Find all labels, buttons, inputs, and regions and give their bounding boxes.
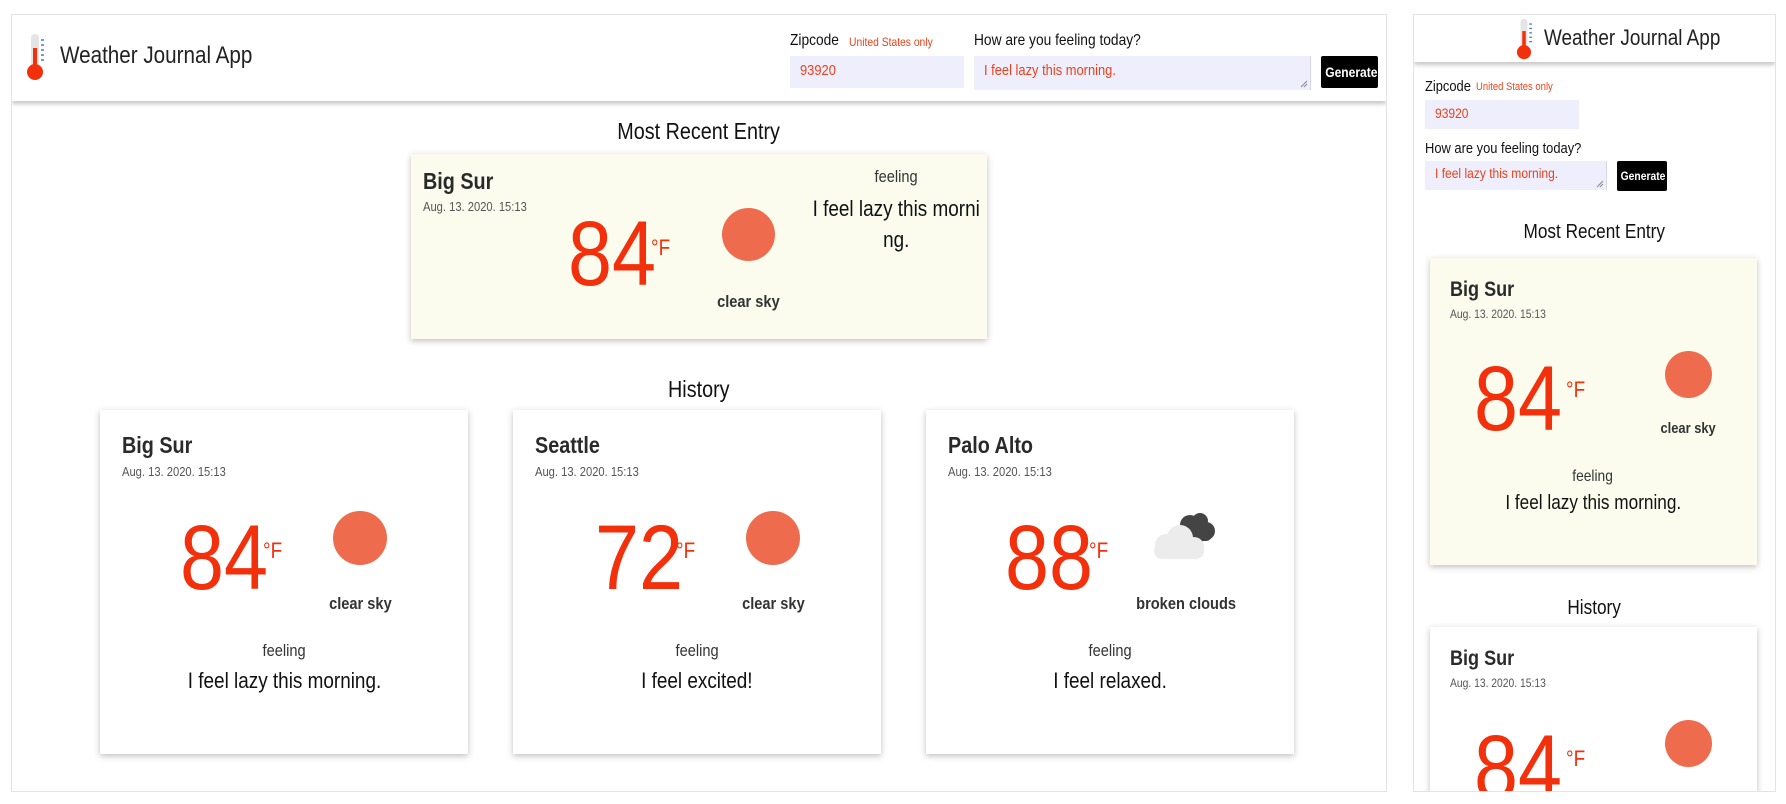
history-card: Big Sur Aug. 13. 2020. 15:13 84 °F	[1430, 627, 1757, 792]
card-unit: °F	[676, 538, 696, 563]
card-date: Aug. 13. 2020. 15:13	[122, 464, 226, 479]
recent-heading: Most Recent Entry	[1523, 221, 1666, 243]
desktop-view: Weather Journal App Zipcode United State…	[11, 14, 1387, 792]
card-city: Seattle	[535, 432, 600, 458]
card-feeling-label: feeling	[874, 167, 918, 186]
card-city: Big Sur	[1450, 278, 1515, 301]
feeling-label: How are you feeling today?	[974, 32, 1141, 49]
recent-heading: Most Recent Entry	[617, 118, 781, 144]
card-feeling: I feel excited!	[641, 668, 753, 693]
zipcode-label: Zipcode	[790, 32, 839, 49]
resize-grip-icon[interactable]	[1300, 80, 1308, 88]
card-description: clear sky	[741, 594, 805, 613]
thermometer-icon	[1516, 18, 1532, 60]
sun-icon	[1665, 351, 1712, 398]
card-feeling: I feel lazy this morning.	[187, 668, 381, 693]
zipcode-label: Zipcode	[1425, 78, 1471, 95]
broken-clouds-icon	[1154, 513, 1215, 559]
sun-icon	[722, 208, 775, 261]
card-city: Big Sur	[122, 432, 193, 458]
feeling-value: I feel lazy this morning.	[984, 62, 1116, 79]
feeling-textarea[interactable]: I feel lazy this morning.	[1425, 161, 1607, 190]
card-date: Aug. 13. 2020. 15:13	[1450, 307, 1546, 321]
card-date: Aug. 13. 2020. 15:13	[535, 464, 639, 479]
app-title: Weather Journal App	[60, 42, 253, 69]
card-unit: °F	[263, 538, 283, 563]
zipcode-value: 93920	[1435, 105, 1469, 121]
zipcode-input[interactable]: 93920	[790, 56, 964, 88]
zipcode-note: United States only	[849, 35, 933, 49]
card-date: Aug. 13. 2020. 15:13	[423, 199, 527, 214]
card-temperature: 72	[595, 507, 684, 609]
history-card: Palo Alto Aug. 13. 2020. 15:13 88 °F bro…	[926, 410, 1294, 754]
card-temperature: 84	[1474, 348, 1563, 450]
card-description: clear sky	[328, 594, 392, 613]
zipcode-note: United States only	[1476, 81, 1553, 93]
card-city: Big Sur	[1450, 647, 1515, 670]
resize-grip-icon[interactable]	[1596, 180, 1604, 188]
card-feeling: I feel lazy this morning.	[1505, 492, 1681, 514]
card-feeling-label: feeling	[675, 641, 719, 660]
card-feeling-label: feeling	[1572, 468, 1614, 485]
feeling-textarea[interactable]: I feel lazy this morning.	[974, 56, 1311, 90]
sun-icon	[746, 511, 800, 565]
sun-icon	[333, 511, 387, 565]
card-feeling-line-2: ng.	[882, 227, 910, 252]
generate-button[interactable]: Generate	[1617, 161, 1667, 191]
card-feeling-label: feeling	[262, 641, 306, 660]
card-unit: °F	[1566, 746, 1586, 771]
recent-entry-card: Big Sur Aug. 13. 2020. 15:13 84 °F clear…	[1430, 258, 1757, 565]
generate-button[interactable]: Generate	[1321, 56, 1378, 88]
thermometer-icon	[27, 34, 44, 80]
history-card: Seattle Aug. 13. 2020. 15:13 72 °F clear…	[513, 410, 881, 754]
card-date: Aug. 13. 2020. 15:13	[1450, 676, 1546, 690]
app-title: Weather Journal App	[1544, 25, 1721, 50]
app-header: Weather Journal App	[1414, 15, 1775, 62]
card-description: clear sky	[1660, 420, 1716, 437]
card-temperature: 84	[180, 507, 269, 609]
recent-entry-card: Big Sur Aug. 13. 2020. 15:13 84 °F clear…	[411, 154, 987, 339]
card-unit: °F	[651, 235, 671, 260]
card-temperature: 84	[568, 203, 657, 305]
card-unit: °F	[1566, 377, 1586, 402]
feeling-value: I feel lazy this morning.	[1435, 165, 1559, 181]
app-header: Weather Journal App Zipcode United State…	[12, 15, 1386, 101]
history-heading: History	[1567, 597, 1622, 619]
card-feeling-line-1: I feel lazy this morni	[812, 196, 980, 221]
zipcode-input[interactable]: 93920	[1425, 100, 1579, 129]
zipcode-value: 93920	[800, 62, 836, 79]
card-city: Big Sur	[423, 168, 494, 194]
history-card: Big Sur Aug. 13. 2020. 15:13 84 °F clear…	[100, 410, 468, 754]
card-unit: °F	[1089, 538, 1109, 563]
sun-icon	[1665, 720, 1712, 767]
card-feeling: I feel relaxed.	[1053, 668, 1167, 693]
history-heading: History	[668, 376, 730, 402]
card-temperature: 84	[1474, 717, 1563, 792]
card-city: Palo Alto	[948, 432, 1033, 458]
card-temperature: 88	[1005, 507, 1094, 609]
feeling-label: How are you feeling today?	[1425, 140, 1582, 157]
card-date: Aug. 13. 2020. 15:13	[948, 464, 1052, 479]
card-feeling-label: feeling	[1088, 641, 1132, 660]
card-description: broken clouds	[1136, 594, 1236, 613]
card-description: clear sky	[716, 292, 780, 311]
mobile-view: Weather Journal App Zipcode United State…	[1413, 14, 1776, 792]
